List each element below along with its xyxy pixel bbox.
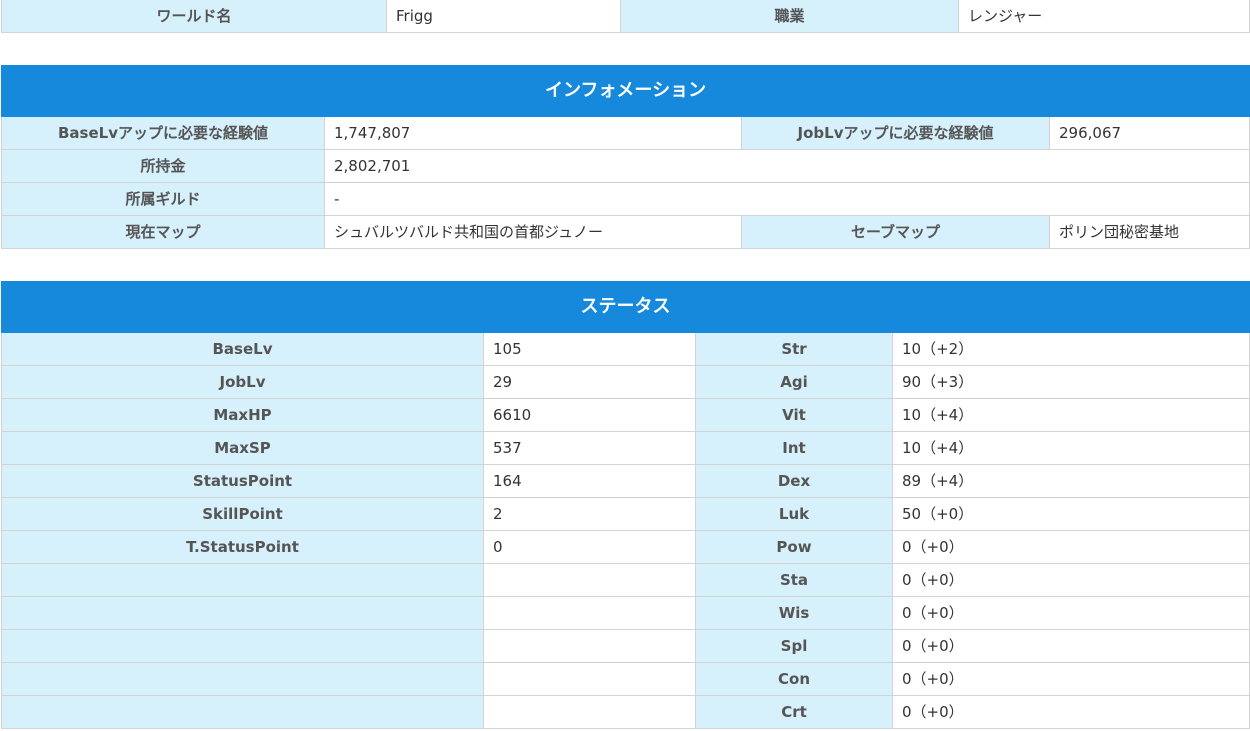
- status-right-label: Luk: [695, 497, 893, 531]
- status-left-value: 0: [483, 530, 696, 564]
- status-right-value: 0（+0）: [892, 629, 1250, 663]
- status-left-value: 164: [483, 464, 696, 498]
- job-exp-label: JobLvアップに必要な経験値: [741, 116, 1050, 150]
- status-left-label: [1, 563, 484, 597]
- status-row: Wis 0（+0）: [1, 596, 1250, 630]
- guild-value: -: [323, 182, 1250, 216]
- status-right-value: 10（+2）: [892, 332, 1250, 366]
- current-map-label: 現在マップ: [1, 215, 325, 249]
- status-right-label: Agi: [695, 365, 893, 399]
- job-class-label: 職業: [620, 0, 959, 33]
- status-left-label: [1, 596, 484, 630]
- status-right-value: 50（+0）: [892, 497, 1250, 531]
- status-right-value: 0（+0）: [892, 563, 1250, 597]
- status-left-label: [1, 662, 484, 696]
- status-left-label: StatusPoint: [1, 464, 484, 498]
- status-row: JobLv 29 Agi 90（+3）: [1, 365, 1250, 399]
- status-header: ステータス: [1, 281, 1250, 333]
- status-right-label: Con: [695, 662, 893, 696]
- exp-row: BaseLvアップに必要な経験値 1,747,807 JobLvアップに必要な経…: [1, 116, 1250, 150]
- base-exp-value: 1,747,807: [324, 116, 742, 150]
- status-right-value: 10（+4）: [892, 398, 1250, 432]
- job-class-value: レンジャー: [958, 0, 1250, 33]
- status-left-label: [1, 629, 484, 663]
- status-left-label: JobLv: [1, 365, 484, 399]
- status-rows: BaseLv 105 Str 10（+2） JobLv 29 Agi 90（+3） MaxHP 6…: [1, 332, 1250, 729]
- status-left-value: [483, 695, 696, 729]
- status-row: Sta 0（+0）: [1, 563, 1250, 597]
- status-right-value: 0（+0）: [892, 695, 1250, 729]
- world-name-value: Frigg: [386, 0, 621, 33]
- status-row: Crt 0（+0）: [1, 695, 1250, 729]
- status-right-value: 0（+0）: [892, 662, 1250, 696]
- job-exp-value: 296,067: [1048, 116, 1250, 150]
- status-right-label: Vit: [695, 398, 893, 432]
- guild-row: 所属ギルド -: [1, 182, 1250, 216]
- zeny-value: 2,802,701: [323, 149, 1250, 183]
- base-exp-label: BaseLvアップに必要な経験値: [1, 116, 325, 150]
- status-right-label: Crt: [695, 695, 893, 729]
- status-row: SkillPoint 2 Luk 50（+0）: [1, 497, 1250, 531]
- status-row: MaxHP 6610 Vit 10（+4）: [1, 398, 1250, 432]
- status-left-value: [483, 563, 696, 597]
- information-header: インフォメーション: [0, 65, 1250, 117]
- status-left-value: [483, 662, 696, 696]
- status-right-label: Str: [695, 332, 893, 366]
- status-row: StatusPoint 164 Dex 89（+4）: [1, 464, 1250, 498]
- status-left-value: [483, 596, 696, 630]
- status-left-label: T.StatusPoint: [1, 530, 484, 564]
- save-map-label: セーブマップ: [741, 215, 1050, 249]
- status-row: BaseLv 105 Str 10（+2）: [1, 332, 1250, 366]
- status-row: Con 0（+0）: [1, 662, 1250, 696]
- status-row: MaxSP 537 Int 10（+4）: [1, 431, 1250, 465]
- status-left-value: 537: [483, 431, 696, 465]
- status-right-value: 0（+0）: [892, 596, 1250, 630]
- world-table: ワールド名 Frigg 職業 レンジャー: [1, 0, 1250, 33]
- save-map-value: ポリン団秘密基地: [1048, 215, 1250, 249]
- world-name-label: ワールド名: [1, 0, 387, 33]
- status-right-value: 10（+4）: [892, 431, 1250, 465]
- status-right-label: Spl: [695, 629, 893, 663]
- status-right-label: Pow: [695, 530, 893, 564]
- guild-label: 所属ギルド: [1, 182, 325, 216]
- status-right-label: Sta: [695, 563, 893, 597]
- current-map-value: シュバルツバルド共和国の首都ジュノー: [324, 215, 742, 249]
- status-left-label: [1, 695, 484, 729]
- status-left-label: SkillPoint: [1, 497, 484, 531]
- status-left-value: 29: [483, 365, 696, 399]
- status-right-value: 89（+4）: [892, 464, 1250, 498]
- status-right-value: 0（+0）: [892, 530, 1250, 564]
- status-row: Spl 0（+0）: [1, 629, 1250, 663]
- status-right-label: Wis: [695, 596, 893, 630]
- map-row: 現在マップ シュバルツバルド共和国の首都ジュノー セーブマップ ポリン団秘密基地: [1, 215, 1250, 249]
- information-table: インフォメーション BaseLvアップに必要な経験値 1,747,807 Job…: [0, 65, 1250, 249]
- status-left-value: [483, 629, 696, 663]
- status-right-label: Int: [695, 431, 893, 465]
- status-right-value: 90（+3）: [892, 365, 1250, 399]
- status-left-value: 6610: [483, 398, 696, 432]
- status-left-value: 105: [483, 332, 696, 366]
- status-left-label: MaxHP: [1, 398, 484, 432]
- status-left-label: BaseLv: [1, 332, 484, 366]
- world-row: ワールド名 Frigg 職業 レンジャー: [1, 0, 1250, 33]
- zeny-row: 所持金 2,802,701: [1, 149, 1250, 183]
- status-row: T.StatusPoint 0 Pow 0（+0）: [1, 530, 1250, 564]
- status-left-value: 2: [483, 497, 696, 531]
- status-table: ステータス BaseLv 105 Str 10（+2） JobLv 29 Agi 90（+3）…: [1, 281, 1250, 729]
- status-left-label: MaxSP: [1, 431, 484, 465]
- zeny-label: 所持金: [1, 149, 325, 183]
- status-right-label: Dex: [695, 464, 893, 498]
